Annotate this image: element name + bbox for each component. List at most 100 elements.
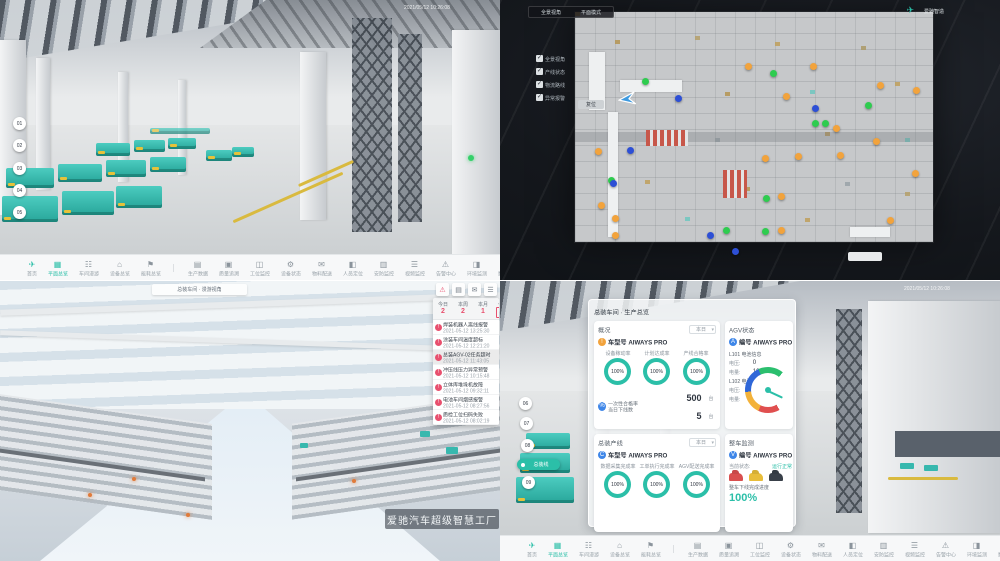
toolbar-item[interactable]: ▤ 生产数据 [682, 541, 713, 557]
poi-marker[interactable]: 02 [13, 139, 26, 152]
range-dropdown[interactable]: 本日▾ [689, 438, 716, 447]
map-status-dot[interactable] [598, 202, 605, 209]
checkbox-icon[interactable]: ✓ [536, 68, 543, 75]
toolbar-item[interactable]: ▥ 安防监控 [368, 260, 399, 276]
alarm-list-item[interactable]: ! 质检工位扫码失败 2021-05-12 08:02:19 [433, 410, 499, 425]
view-mode-right[interactable]: 平面模式 [581, 9, 601, 15]
viewport-floorplan-map[interactable]: 全景视角 平面模式 ✈ 爱驰智造 ✓ 全景视角 ✓ 产线状态 ✓ 物流路线 ✓ … [500, 0, 1000, 280]
viewport-3d-hall[interactable]: 2021/05/12 10:26:08 0102030405 ✈ 首页 ▦ 平面… [0, 0, 500, 280]
map-status-dot[interactable] [778, 227, 785, 234]
map-status-dot[interactable] [707, 232, 714, 239]
toolbar-item[interactable]: ✈ 首页 [522, 541, 542, 557]
toolbar-item[interactable]: ⌂ 设备总览 [604, 541, 635, 557]
toolbar-item[interactable]: ✉ 物料配送 [806, 541, 837, 557]
map-status-dot[interactable] [913, 87, 920, 94]
map-status-dot[interactable] [795, 153, 802, 160]
toolbar-item[interactable]: ◨ 环境监测 [961, 541, 992, 557]
panel-tab[interactable]: ☰ [484, 283, 497, 296]
alarm-list-item[interactable]: ! 立体库堆垛机故障 2021-05-12 09:32:11 [433, 380, 499, 395]
alarm-list-item[interactable]: ! 冲压线压力异常预警 2021-05-12 10:15:48 [433, 365, 499, 380]
map-status-dot[interactable] [763, 195, 770, 202]
toolbar-item[interactable]: ✉ 物料配送 [306, 260, 337, 276]
map-status-dot[interactable] [812, 120, 819, 127]
checkbox-icon[interactable]: ✓ [536, 55, 543, 62]
map-status-dot[interactable] [723, 227, 730, 234]
alarm-stat-column[interactable]: 今日 2 [433, 298, 453, 319]
map-status-dot[interactable] [642, 78, 649, 85]
map-status-dot[interactable] [610, 180, 617, 187]
poi-marker[interactable]: 05 [13, 206, 26, 219]
toolbar-item[interactable]: ◨ 环境监测 [461, 260, 492, 276]
toolbar-item[interactable]: ☰ 视频监控 [899, 541, 930, 557]
map-status-dot[interactable] [783, 93, 790, 100]
panel-tab[interactable]: ⚠ [436, 283, 449, 296]
alarm-list-item[interactable]: ! 总装AGV-02任务超时 2021-05-12 11:43:05 [433, 350, 499, 365]
map-status-dot[interactable] [778, 193, 785, 200]
map-status-dot[interactable] [810, 63, 817, 70]
toolbar-item[interactable]: ⚙ 设备状态 [275, 260, 306, 276]
panel-tab[interactable]: ▤ [452, 283, 465, 296]
alarm-stat-column[interactable]: 本周 2 [453, 298, 473, 319]
map-status-dot[interactable] [887, 217, 894, 224]
poi-marker[interactable]: 08 [521, 439, 534, 452]
map-status-dot[interactable] [675, 95, 682, 102]
viewport-corridor[interactable]: 总装车间 · 漫游视角 ⚠▤✉☰ 今日 2 本周 2 本月 1 今年 [0, 281, 500, 561]
toolbar-item[interactable]: ▦ 平面总览 [542, 541, 573, 557]
map-status-dot[interactable] [627, 147, 634, 154]
toolbar-item[interactable]: ⚠ 告警中心 [430, 260, 461, 276]
camera-position-arrow[interactable] [617, 89, 637, 109]
car-icon[interactable] [729, 473, 743, 481]
toolbar-item[interactable]: ☷ 车间漫游 [573, 541, 604, 557]
poi-marker[interactable]: 01 [13, 117, 26, 130]
layer-toggle-row[interactable]: ✓ 物流路线 [536, 78, 585, 91]
car-icon[interactable] [769, 473, 783, 481]
toolbar-item[interactable]: ⚙ 设备状态 [775, 541, 806, 557]
poi-marker[interactable]: 04 [13, 184, 26, 197]
line-pin-label[interactable]: 总装线 [517, 459, 560, 470]
toolbar-item[interactable]: ✈ 首页 [22, 260, 42, 276]
poi-marker[interactable]: 03 [13, 162, 26, 175]
map-status-dot[interactable] [877, 82, 884, 89]
toolbar-item[interactable]: ▤ 生产数据 [182, 260, 213, 276]
map-status-dot[interactable] [833, 125, 840, 132]
layer-toggle-row[interactable]: ✓ 产线状态 [536, 65, 585, 78]
toolbar-item[interactable]: ⚠ 告警中心 [930, 541, 961, 557]
toolbar-item[interactable]: ▥ 安防监控 [868, 541, 899, 557]
map-status-dot[interactable] [822, 120, 829, 127]
poi-marker[interactable]: 09 [522, 476, 535, 489]
map-zoom-control[interactable] [848, 252, 882, 261]
range-dropdown[interactable]: 本日▾ [689, 325, 716, 334]
toolbar-item[interactable]: ☰ 视频监控 [399, 260, 430, 276]
view-mode-pill[interactable]: 全景视角 平面模式 [528, 6, 614, 18]
toolbar-item[interactable]: ⚑ 能耗总览 [135, 260, 166, 276]
poi-marker[interactable]: 07 [520, 417, 533, 430]
alarm-list-item[interactable]: ! 涂装车间温度超标 2021-05-12 12:21:20 [433, 335, 499, 350]
poi-marker[interactable]: 06 [519, 397, 532, 410]
map-status-dot[interactable] [770, 70, 777, 77]
map-status-dot[interactable] [612, 215, 619, 222]
map-status-dot[interactable] [762, 228, 769, 235]
map-status-dot[interactable] [837, 152, 844, 159]
map-status-dot[interactable] [732, 248, 739, 255]
layer-toggle-row[interactable]: ✓ 全景视角 [536, 52, 585, 65]
alarm-list-item[interactable]: ! 焊装机器人离线报警 2021-05-12 13:25:30 [433, 320, 499, 335]
toolbar-item[interactable]: ⌂ 设备总览 [104, 260, 135, 276]
viewport-3d-dashboard[interactable]: 2021/05/12 10:26:08 06070809 总装线 总装车间 · … [500, 281, 1000, 561]
car-icon[interactable] [749, 473, 763, 481]
view-reset-button[interactable]: 复位 [578, 100, 604, 109]
toolbar-item[interactable]: ⚑ 能耗总览 [635, 541, 666, 557]
map-status-dot[interactable] [865, 102, 872, 109]
toolbar-item[interactable]: ▦ 平面总览 [42, 260, 73, 276]
floorplan-canvas[interactable] [575, 12, 933, 242]
toolbar-item[interactable]: ◆ 数据报表 [492, 260, 500, 276]
toolbar-item[interactable]: ☷ 车间漫游 [73, 260, 104, 276]
toolbar-item[interactable]: ◆ 数据报表 [992, 541, 1000, 557]
map-status-dot[interactable] [762, 155, 769, 162]
toolbar-item[interactable]: ▣ 质量追溯 [213, 260, 244, 276]
checkbox-icon[interactable]: ✓ [536, 94, 543, 101]
toolbar-item[interactable]: ◧ 人员定位 [337, 260, 368, 276]
view-mode-left[interactable]: 全景视角 [541, 9, 561, 15]
map-status-dot[interactable] [745, 63, 752, 70]
map-status-dot[interactable] [612, 232, 619, 239]
toolbar-item[interactable]: ▣ 质量追溯 [713, 541, 744, 557]
